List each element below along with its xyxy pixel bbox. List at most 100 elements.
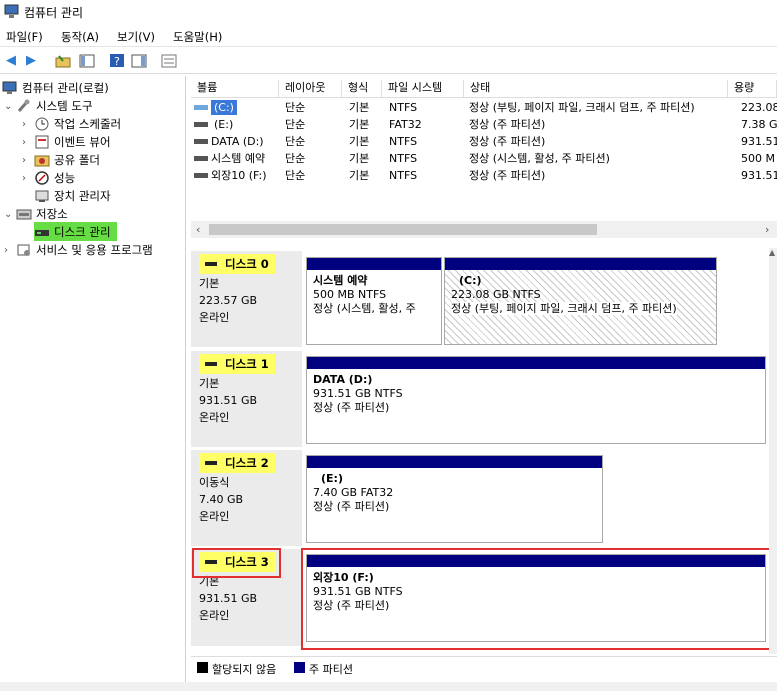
tree-device-manager-label: 장치 관리자 (54, 189, 111, 203)
chevron-right-icon[interactable]: › (22, 173, 34, 184)
col-header-type[interactable]: 형식 (342, 80, 382, 98)
services-icon (16, 243, 32, 257)
disk-3-callout (192, 548, 281, 578)
disk-size: 931.51 GB (199, 394, 258, 407)
partition-bar (307, 258, 441, 270)
volume-drive-icon (194, 122, 208, 127)
volume-status: 정상 (주 파티션) (469, 118, 546, 131)
help-icon[interactable]: ? (108, 52, 126, 69)
partition-f-callout (301, 548, 775, 650)
col-header-capacity[interactable]: 용량 (728, 80, 777, 98)
volume-row[interactable]: 시스템 예약 단순 기본 NTFS 정상 (시스템, 활성, 주 파티션) 50… (191, 150, 777, 167)
tree-task-scheduler-label: 작업 스케줄러 (54, 117, 122, 131)
volume-row[interactable]: 외장10 (F:) 단순 기본 NTFS 정상 (주 파티션) 931.51 (191, 167, 777, 184)
partition-size: 500 MB NTFS (313, 288, 387, 301)
volume-fs: NTFS (389, 169, 418, 182)
disk-icon (205, 262, 217, 266)
tree-root[interactable]: 컴퓨터 관리(로컬) (2, 79, 109, 97)
tree-disk-management[interactable]: 디스크 관리 (34, 222, 117, 241)
col-header-volume[interactable]: 볼륨 (191, 80, 279, 98)
volume-status: 정상 (주 파티션) (469, 169, 546, 182)
tree-system-tools[interactable]: ⌄ 시스템 도구 (4, 97, 93, 115)
partition-system-reserved[interactable]: 시스템 예약 500 MB NTFS 정상 (시스템, 활성, 주 (306, 257, 442, 345)
menu-action[interactable]: 동작(A) (61, 29, 99, 45)
disk-2-label[interactable]: 디스크 2 이동식 7.40 GB 온라인 (191, 450, 302, 549)
primary-partition-swatch (294, 662, 305, 673)
scroll-left-icon[interactable]: ‹ (196, 223, 200, 236)
tree-system-tools-label: 시스템 도구 (36, 99, 93, 113)
navigation-tree: 컴퓨터 관리(로컬) ⌄ 시스템 도구 › 작업 스케줄러 › 이벤트 뷰어 ›… (0, 76, 186, 682)
chevron-right-icon[interactable]: › (22, 155, 34, 166)
tree-storage[interactable]: ⌄ 저장소 (4, 205, 68, 223)
forward-arrow-icon[interactable]: ▶ (22, 52, 40, 69)
tree-services-apps[interactable]: › 서비스 및 응용 프로그램 (4, 241, 153, 259)
computer-icon (2, 81, 18, 95)
tree-storage-label: 저장소 (36, 207, 68, 221)
back-arrow-icon[interactable]: ◀ (2, 52, 20, 69)
disk-icon (205, 362, 217, 366)
col-header-status[interactable]: 상태 (464, 80, 728, 98)
volume-row[interactable]: (E:) 단순 기본 FAT32 정상 (주 파티션) 7.38 G (191, 116, 777, 133)
tree-event-viewer[interactable]: › 이벤트 뷰어 (22, 133, 111, 151)
status-bar (0, 682, 777, 691)
partition-e[interactable]: (E:) 7.40 GB FAT32 정상 (주 파티션) (306, 455, 603, 543)
up-folder-icon[interactable] (54, 52, 72, 69)
partition-title: (E:) (321, 472, 343, 485)
volume-row[interactable]: (C:) 단순 기본 NTFS 정상 (부팅, 페이지 파일, 크래시 덤프, … (191, 99, 777, 116)
volume-layout: 단순 (285, 101, 306, 114)
tree-device-manager[interactable]: 장치 관리자 (34, 187, 111, 205)
event-viewer-icon (34, 135, 50, 149)
volume-name: 외장10 (F:) (211, 169, 267, 182)
disk-size: 7.40 GB (199, 493, 244, 506)
disk-map: 디스크 0 기본 223.57 GB 온라인 시스템 예약 500 MB NTFS… (191, 248, 777, 654)
partition-c[interactable]: (C:) 223.08 GB NTFS 정상 (부팅, 페이지 파일, 크래시 덤프… (444, 257, 717, 345)
scroll-right-icon[interactable]: › (765, 223, 769, 236)
menu-view[interactable]: 보기(V) (117, 29, 155, 45)
tree-services-apps-label: 서비스 및 응용 프로그램 (36, 243, 153, 257)
computer-management-icon (4, 4, 19, 18)
col-header-filesystem[interactable]: 파일 시스템 (382, 80, 464, 98)
chevron-right-icon[interactable]: › (4, 245, 16, 256)
tree-performance[interactable]: › 성능 (22, 169, 75, 187)
partition-d[interactable]: DATA (D:) 931.51 GB NTFS 정상 (주 파티션) (306, 356, 766, 444)
tree-task-scheduler[interactable]: › 작업 스케줄러 (22, 115, 121, 133)
disk-management-icon (34, 225, 50, 239)
disk-state: 온라인 (199, 510, 230, 523)
volume-type: 기본 (349, 101, 370, 114)
partition-bar (307, 456, 602, 468)
disk-kind: 기본 (199, 377, 220, 390)
disk-0-label[interactable]: 디스크 0 기본 223.57 GB 온라인 (191, 251, 302, 350)
tree-shared-folders[interactable]: › 공유 폴더 (22, 151, 100, 169)
menu-file[interactable]: 파일(F) (6, 29, 43, 45)
action-pane-icon[interactable] (130, 52, 148, 69)
chevron-down-icon[interactable]: ⌄ (4, 101, 16, 112)
tree-disk-management-label: 디스크 관리 (54, 224, 111, 239)
disk-1-label[interactable]: 디스크 1 기본 931.51 GB 온라인 (191, 351, 302, 450)
volume-status: 정상 (시스템, 활성, 주 파티션) (469, 152, 610, 165)
menu-bar: 파일(F) 동작(A) 보기(V) 도움말(H) (0, 25, 777, 47)
partition-bar (307, 357, 765, 369)
volume-layout: 단순 (285, 169, 306, 182)
partition-status: 정상 (부팅, 페이지 파일, 크래시 덤프, 주 파티션) (451, 302, 677, 315)
chevron-right-icon[interactable]: › (22, 137, 34, 148)
disk-kind: 이동식 (199, 476, 230, 489)
volume-type: 기본 (349, 169, 370, 182)
col-header-layout[interactable]: 레이아웃 (279, 80, 342, 98)
chevron-down-icon[interactable]: ⌄ (4, 209, 16, 220)
volume-row[interactable]: DATA (D:) 단순 기본 NTFS 정상 (주 파티션) 931.51 (191, 133, 777, 150)
scroll-up-icon[interactable]: ▲ (769, 248, 775, 257)
volume-name: 시스템 예약 (211, 152, 266, 165)
scrollbar-thumb[interactable] (209, 224, 597, 235)
disk-size: 931.51 GB (199, 592, 258, 605)
show-hide-tree-icon[interactable] (78, 52, 96, 69)
menu-help[interactable]: 도움말(H) (173, 29, 222, 45)
tools-icon (16, 99, 32, 113)
volume-list-scrollbar[interactable]: ‹ › (191, 221, 777, 238)
storage-icon (16, 207, 32, 221)
disk-map-scrollbar[interactable]: ▲ (769, 248, 777, 654)
volume-drive-icon (194, 173, 208, 178)
volume-drive-icon (194, 105, 208, 110)
properties-icon[interactable] (160, 52, 178, 69)
window-title: 컴퓨터 관리 (24, 6, 84, 20)
chevron-right-icon[interactable]: › (22, 119, 34, 130)
